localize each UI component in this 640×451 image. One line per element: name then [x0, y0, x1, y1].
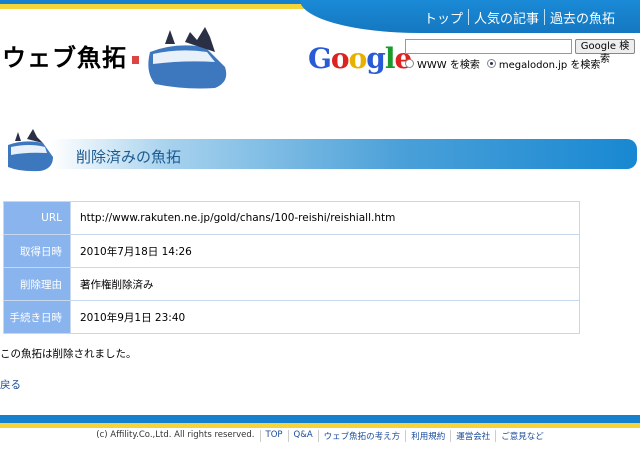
- radio-www-label: WWW を検索: [417, 60, 480, 71]
- row-label: 削除理由: [3, 267, 71, 301]
- search-scope: WWW を検索 megalodon.jp を検索: [405, 56, 600, 71]
- row-value: 2010年7月18日 14:26: [70, 234, 580, 268]
- site-logo[interactable]: ウェブ魚拓: [2, 38, 127, 73]
- footer-link-concept[interactable]: ウェブ魚拓の考え方: [317, 430, 406, 442]
- table-row: 削除理由 著作権削除済み: [3, 267, 580, 301]
- row-label: 取得日時: [3, 234, 71, 268]
- nav-top[interactable]: トップ: [419, 8, 468, 27]
- footer-link-qa[interactable]: Q&A: [287, 430, 318, 442]
- row-value: 著作権削除済み: [70, 267, 580, 301]
- details-table: URL http://www.rakuten.ne.jp/gold/chans/1…: [3, 201, 580, 334]
- radio-megalodon-label: megalodon.jp を検索: [498, 60, 601, 71]
- row-label: URL: [3, 201, 71, 235]
- table-row: 取得日時 2010年7月18日 14:26: [3, 234, 580, 268]
- fish-logo-image: [148, 27, 227, 89]
- radio-www[interactable]: [405, 59, 414, 68]
- footer-link-terms[interactable]: 利用規約: [405, 430, 450, 442]
- nav-popular[interactable]: 人気の記事: [469, 8, 544, 27]
- row-value: 2010年9月1日 23:40: [70, 300, 580, 334]
- footer-link-top[interactable]: TOP: [259, 430, 288, 442]
- search-input[interactable]: [405, 39, 572, 54]
- fish-icon: [8, 129, 53, 172]
- page-title: 削除済みの魚拓: [76, 148, 182, 166]
- google-search-button[interactable]: Google 検索: [575, 39, 635, 65]
- row-label: 手続き日時: [3, 300, 71, 334]
- copyright: (c) Affility.Co.,Ltd. All rights reserve…: [96, 430, 255, 440]
- google-logo: Google: [308, 42, 412, 75]
- top-nav-bar: トップ 人気の記事 過去の魚拓: [300, 0, 640, 33]
- footer: (c) Affility.Co.,Ltd. All rights reserve…: [0, 430, 640, 442]
- footer-blue-stripe: [0, 415, 640, 423]
- footer-yellow-stripe: [0, 423, 640, 428]
- nav-past[interactable]: 過去の魚拓: [545, 8, 620, 27]
- back-link[interactable]: 戻る: [0, 377, 21, 392]
- footer-link-company[interactable]: 運営会社: [450, 430, 495, 442]
- table-row: 手続き日時 2010年9月1日 23:40: [3, 300, 580, 334]
- table-row: URL http://www.rakuten.ne.jp/gold/chans/1…: [3, 201, 580, 235]
- logo-seal: [132, 56, 139, 64]
- row-value: http://www.rakuten.ne.jp/gold/chans/100-…: [70, 201, 580, 235]
- footer-link-feedback[interactable]: ご意見など: [495, 430, 549, 442]
- radio-megalodon[interactable]: [486, 59, 496, 68]
- deleted-message: この魚拓は削除されました。: [0, 348, 137, 360]
